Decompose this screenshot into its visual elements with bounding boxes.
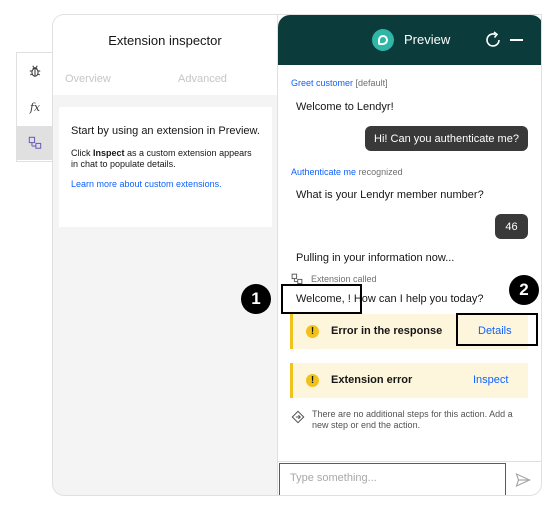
bot-message-pulling: Pulling in your information now... [296,252,455,264]
tab-advanced[interactable]: Advanced [178,73,227,85]
learn-more-link[interactable]: Learn more about custom extensions. [71,179,260,189]
extension-inspector-panel: Extension inspector Overview Advanced St… [52,14,278,496]
diamond-icon [291,410,305,424]
message-input[interactable] [290,472,495,484]
action-label-authenticate: Authenticate me recognized [291,167,403,177]
user-message-authenticate: Hi! Can you authenticate me? [365,126,528,151]
bot-message-member-question: What is your Lendyr member number? [296,189,484,201]
message-composer [278,461,541,495]
tab-overview[interactable]: Overview [65,73,111,85]
callout-box-2 [456,313,538,346]
preview-title: Preview [404,32,451,47]
user-message-member-number: 46 [495,214,528,239]
app-root: f𝑥 Extension inspector Overview Advanced… [0,0,558,507]
rail-variables-button[interactable]: f𝑥 [17,90,53,124]
preview-header: Preview [278,15,541,65]
callout-box-1 [281,284,362,314]
rail-debug-button[interactable] [17,54,53,88]
callout-badge-2: 2 [509,275,539,305]
greet-customer-link[interactable]: Greet customer [291,78,353,88]
warning-icon: ! [306,374,319,387]
extension-icon [28,136,42,149]
inspector-body-text: Click Inspect as a custom extension appe… [71,148,252,169]
inspector-empty-card: Start by using an extension in Preview. … [59,107,272,227]
tool-rail: f𝑥 [16,52,53,162]
chat-logo-icon [372,29,394,51]
alert-extension-error: ! Extension error Inspect [290,363,528,398]
bug-icon [29,65,41,77]
alert-extension-error-text: Extension error [331,374,413,386]
inspect-link[interactable]: Inspect [473,374,508,386]
minimize-icon[interactable] [510,39,523,41]
action-label-greet: Greet customer [default] [291,78,388,88]
callout-badge-1: 1 [241,284,271,314]
inspector-title: Extension inspector [53,15,277,65]
inspect-keyword: Inspect [93,148,125,158]
message-input-box [279,463,506,495]
refresh-icon[interactable] [483,30,503,50]
preview-panel: Preview Greet customer [default] Welcome… [277,14,542,496]
inspector-tabs: Overview Advanced [53,65,277,95]
no-steps-note: There are no additional steps for this a… [291,409,531,431]
bot-message-welcome: Welcome to Lendyr! [296,101,394,113]
rail-extension-inspector-button[interactable] [17,126,53,160]
function-icon: f𝑥 [29,100,41,114]
authenticate-me-link[interactable]: Authenticate me [291,167,356,177]
inspector-lead-text: Start by using an extension in Preview. [71,125,260,137]
send-icon[interactable] [515,472,531,488]
alert-error-response-text: Error in the response [331,325,443,337]
warning-icon: ! [306,325,319,338]
